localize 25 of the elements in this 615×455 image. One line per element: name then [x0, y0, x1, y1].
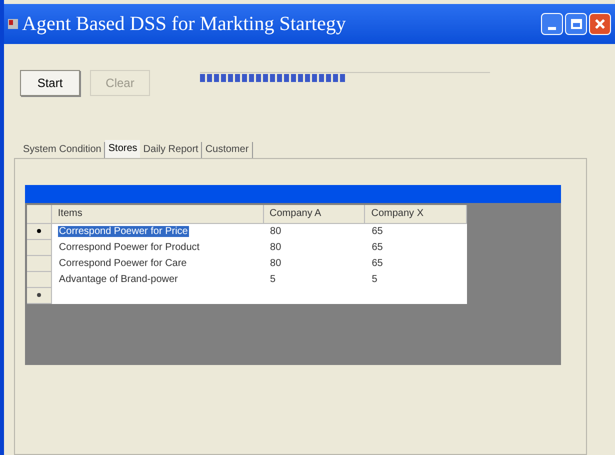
tab[interactable]: Stores: [105, 140, 140, 158]
table-cell: Correspond Poewer for Care: [58, 258, 188, 268]
close-icon: [594, 18, 606, 30]
table-cell: 5: [269, 274, 277, 284]
row-indicator-icon: [36, 228, 41, 233]
column-header[interactable]: Company X: [364, 205, 466, 223]
table-cell: 65: [370, 258, 384, 268]
column-header[interactable]: Items: [51, 205, 264, 223]
new-row-icon: [36, 292, 41, 297]
table-cell: Correspond Poewer for Product: [58, 242, 201, 252]
table-cell: Advantage of Brand-power: [58, 274, 179, 284]
table-cell: 65: [370, 242, 384, 252]
close-button[interactable]: [589, 13, 611, 35]
table-cell: 80: [269, 242, 282, 252]
toolbar-button[interactable]: Start: [20, 70, 80, 96]
minimize-button[interactable]: [541, 13, 563, 35]
table-cell: Correspond Poewer for Price: [58, 226, 189, 237]
window-title: Agent Based DSS for Markting Startegy: [22, 12, 346, 37]
table-cell: 5: [370, 274, 378, 284]
maximize-button[interactable]: [565, 13, 587, 35]
table-cell: 80: [269, 258, 282, 268]
table-cell: 80: [269, 226, 282, 237]
column-header[interactable]: Company A: [263, 205, 365, 223]
app-icon: [8, 19, 18, 29]
table-cell: 65: [370, 226, 384, 237]
